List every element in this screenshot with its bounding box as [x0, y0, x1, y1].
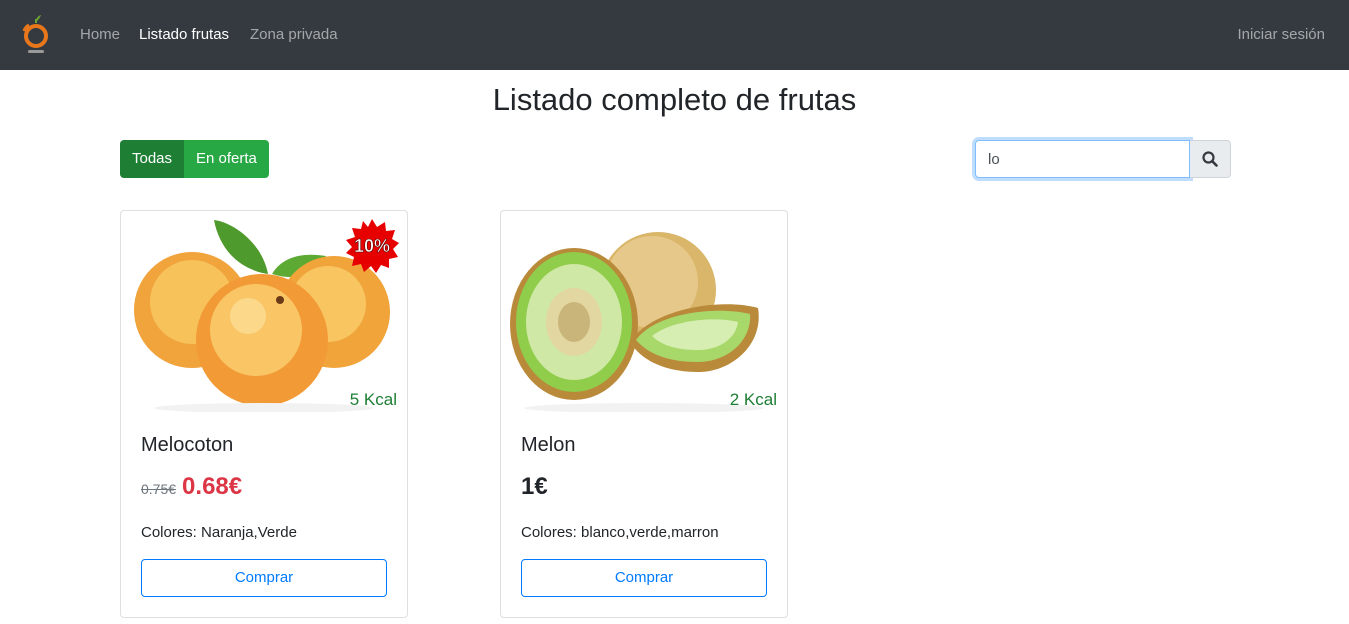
price-row: 0.75€ 0.68€ [141, 473, 242, 503]
top-navbar: Home Listado frutas Zona privada Iniciar… [0, 0, 1349, 70]
filter-offer-button[interactable]: En oferta [184, 140, 269, 178]
price-row: 1€ [521, 473, 548, 503]
login-link[interactable]: Iniciar sesión [1237, 25, 1325, 45]
old-price: 0.75€ [141, 481, 177, 497]
melon-image [502, 212, 786, 412]
nav-private-zone-link[interactable]: Zona privada [250, 25, 338, 45]
product-name: Melocoton [141, 434, 234, 456]
price: 1€ [521, 473, 548, 500]
buy-button[interactable]: Comprar [141, 559, 387, 597]
product-card: 10% 5 Kcal Melocoton 0.75€ 0.68€ Colores… [120, 210, 408, 618]
offer-price: 0.68€ [182, 473, 243, 500]
product-card: 2 Kcal Melon 1€ Colores: blanco,verde,ma… [500, 210, 788, 618]
kcal-label: 5 Kcal [349, 390, 397, 409]
discount-label: 10% [354, 236, 390, 256]
filter-all-button[interactable]: Todas [120, 140, 185, 178]
nav-fruit-list-link[interactable]: Listado frutas [139, 25, 229, 45]
buy-button[interactable]: Comprar [521, 559, 767, 597]
search-icon [1202, 151, 1218, 167]
nav-home-link[interactable]: Home [80, 25, 120, 45]
kcal-label: 2 Kcal [729, 390, 777, 409]
search-input[interactable] [975, 140, 1190, 178]
search-button[interactable] [1190, 140, 1231, 178]
product-name: Melon [521, 434, 576, 456]
colors-label: Colores: Naranja,Verde [141, 524, 297, 541]
discount-badge: 10% [346, 219, 399, 273]
orange-logo-icon[interactable] [20, 14, 52, 56]
colors-label: Colores: blanco,verde,marron [521, 524, 719, 541]
filter-button-group: Todas En oferta [120, 140, 269, 178]
page-title: Listado completo de frutas [492, 82, 857, 117]
